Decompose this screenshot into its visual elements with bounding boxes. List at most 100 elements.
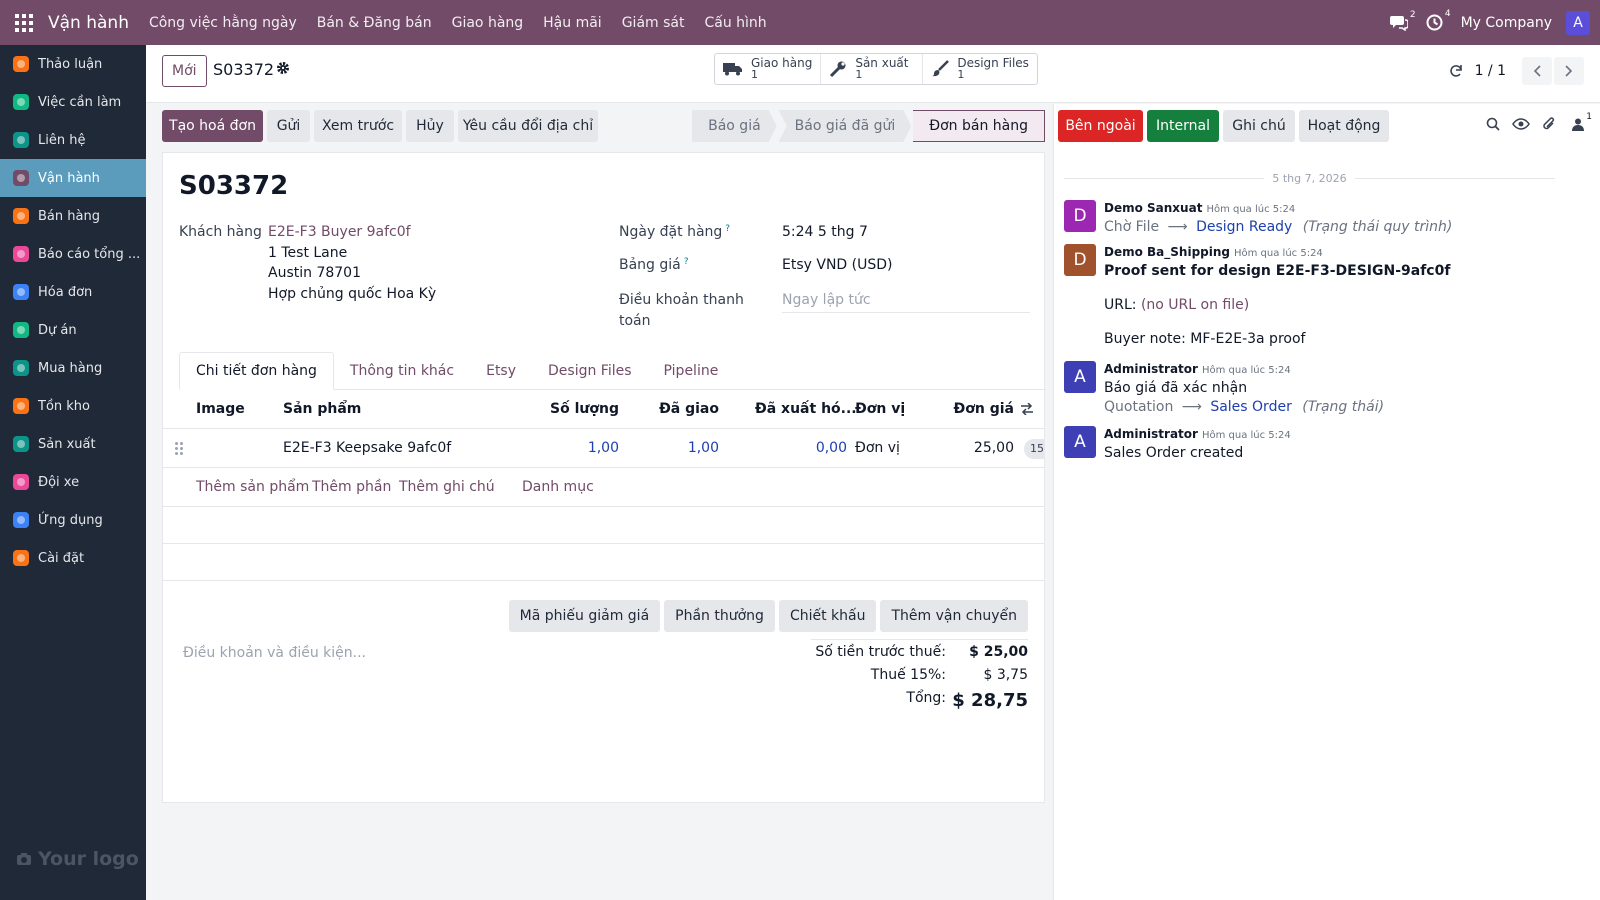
pager-next-button[interactable]	[1554, 57, 1584, 85]
tab-etsy[interactable]: Etsy	[470, 352, 532, 390]
sidebar-item[interactable]: Đội xe	[0, 463, 146, 501]
tab-order-lines[interactable]: Chi tiết đơn hàng	[179, 352, 334, 390]
column-header[interactable]: Đơn vị	[855, 401, 905, 417]
line-product[interactable]: E2E-F3 Keepsake 9afc0f	[283, 440, 451, 456]
message-author[interactable]: Administrator	[1104, 427, 1198, 441]
avatar[interactable]: A	[1064, 361, 1096, 393]
sidebar-item[interactable]: Hóa đơn	[0, 273, 146, 311]
stage-quotation[interactable]: Báo giá	[692, 110, 777, 142]
tab-design-files[interactable]: Design Files	[532, 352, 648, 390]
discuss-systray[interactable]: 2	[1389, 10, 1416, 31]
user-avatar[interactable]: A	[1566, 10, 1590, 35]
column-header[interactable]: Đơn giá	[954, 401, 1014, 417]
column-header[interactable]: Sản phẩm	[283, 401, 361, 417]
sidebar-item[interactable]: Vận hành	[0, 159, 146, 197]
preview-button[interactable]: Xem trước	[314, 110, 402, 142]
new-record-button[interactable]: Mới	[162, 55, 207, 87]
search-icon[interactable]	[1486, 117, 1500, 131]
top-menu-item[interactable]: Cấu hình	[704, 15, 766, 31]
message-author[interactable]: Administrator	[1104, 362, 1198, 376]
avatar[interactable]: A	[1064, 426, 1096, 458]
column-header[interactable]: Image	[196, 401, 245, 417]
sidebar-item[interactable]: Dự án	[0, 311, 146, 349]
activities-button[interactable]: Hoạt động	[1299, 110, 1389, 142]
add-shipping-button[interactable]: Thêm vận chuyển	[880, 600, 1028, 632]
followers-button[interactable]: 1	[1572, 112, 1592, 131]
line-unit-price[interactable]: 25,00	[974, 440, 1014, 456]
sidebar-item[interactable]: Thảo luận	[0, 45, 146, 83]
top-menu-item[interactable]: Giao hàng	[452, 15, 524, 31]
customer-field[interactable]: E2E-F3 Buyer 9afc0f	[268, 224, 411, 240]
sidebar-item[interactable]: Liên hệ	[0, 121, 146, 159]
refresh-icon[interactable]	[1449, 64, 1463, 78]
line-uom[interactable]: Đơn vị	[855, 440, 900, 456]
line-delivered[interactable]: 1,00	[688, 440, 719, 456]
gear-icon[interactable]	[276, 61, 290, 75]
drag-handle-icon[interactable]	[175, 442, 183, 455]
discount-button[interactable]: Chiết khấu	[778, 600, 877, 632]
sidebar-item[interactable]: Bán hàng	[0, 197, 146, 235]
tab-other-info[interactable]: Thông tin khác	[334, 352, 470, 390]
sidebar-item[interactable]: Sản xuất	[0, 425, 146, 463]
terms-conditions-field[interactable]: Điều khoản và điều kiện...	[183, 645, 366, 661]
stage-sales-order[interactable]: Đơn bán hàng	[913, 110, 1045, 142]
rewards-button[interactable]: Phần thưởng	[664, 600, 775, 632]
avatar[interactable]: D	[1064, 200, 1096, 232]
eye-icon[interactable]	[1512, 118, 1530, 130]
followers-count: 1	[1586, 111, 1592, 122]
payment-terms-field[interactable]: Ngay lập tức	[782, 292, 1030, 313]
smart-button-design-files[interactable]: Design Files 1	[923, 54, 1037, 84]
top-menu-item[interactable]: Hậu mãi	[543, 15, 602, 31]
add-product-link[interactable]: Thêm sản phẩm	[196, 479, 309, 495]
sidebar-item[interactable]: Việc cần làm	[0, 83, 146, 121]
stage-quotation-sent[interactable]: Báo giá đã gửi	[779, 110, 912, 142]
top-menu-item[interactable]: Giám sát	[622, 15, 685, 31]
catalog-link[interactable]: Danh mục	[522, 479, 594, 495]
paperclip-icon[interactable]	[1542, 116, 1556, 132]
sidebar-item[interactable]: Mua hàng	[0, 349, 146, 387]
pager-previous-button[interactable]	[1522, 57, 1552, 85]
help-tooltip[interactable]: ?	[725, 224, 730, 234]
tax-badge[interactable]: 15	[1024, 439, 1044, 459]
message-author[interactable]: Demo Sanxuat	[1104, 201, 1202, 215]
sidebar-item[interactable]: Tồn kho	[0, 387, 146, 425]
line-invoiced[interactable]: 0,00	[816, 440, 847, 456]
line-quantity[interactable]: 1,00	[588, 440, 619, 456]
pricelist-field[interactable]: Etsy VND (USD)	[782, 257, 892, 273]
table-row[interactable]: E2E-F3 Keepsake 9afc0f 1,00 1,00 0,00 Đơ…	[163, 429, 1044, 468]
send-button[interactable]: Gửi	[267, 110, 310, 142]
column-header[interactable]: Số lượng	[550, 401, 619, 417]
message-url-value[interactable]: (no URL on file)	[1141, 297, 1249, 313]
optional-columns-icon[interactable]	[1020, 403, 1034, 415]
column-header[interactable]: Đã xuất hó...	[755, 401, 857, 417]
request-address-change-button[interactable]: Yêu cầu đổi địa chỉ	[458, 110, 598, 142]
send-message-internal-button[interactable]: Internal	[1147, 110, 1219, 142]
add-section-link[interactable]: Thêm phần	[312, 479, 391, 495]
project-icon	[12, 321, 30, 339]
app-brand[interactable]: Vận hành	[48, 13, 129, 33]
sidebar-item[interactable]: Báo cáo tổng ...	[0, 235, 146, 273]
smart-button-delivery[interactable]: Giao hàng 1	[715, 54, 822, 84]
coupon-code-button[interactable]: Mã phiếu giảm giá	[508, 600, 661, 632]
add-note-link[interactable]: Thêm ghi chú	[399, 479, 495, 495]
avatar[interactable]: D	[1064, 244, 1096, 276]
breadcrumb-record-name: S03372	[213, 60, 275, 79]
order-date-field[interactable]: 5:24 5 thg 7	[782, 224, 868, 240]
cancel-button[interactable]: Hủy	[406, 110, 454, 142]
help-tooltip[interactable]: ?	[684, 257, 689, 267]
sidebar-item[interactable]: Cài đặt	[0, 539, 146, 577]
apps-menu-icon[interactable]	[0, 0, 48, 45]
activity-systray[interactable]: 4	[1426, 9, 1451, 31]
send-message-external-button[interactable]: Bên ngoài	[1058, 110, 1143, 142]
smart-button-manufacturing[interactable]: Sản xuất 1	[821, 54, 924, 84]
tab-pipeline[interactable]: Pipeline	[648, 352, 735, 390]
company-switcher[interactable]: My Company	[1461, 15, 1552, 31]
pager-value[interactable]: 1 / 1	[1475, 63, 1506, 79]
log-note-button[interactable]: Ghi chú	[1223, 110, 1295, 142]
sidebar-item[interactable]: Ứng dụng	[0, 501, 146, 539]
create-invoice-button[interactable]: Tạo hoá đơn	[162, 110, 263, 142]
column-header[interactable]: Đã giao	[659, 401, 719, 417]
message-author[interactable]: Demo Ba_Shipping	[1104, 245, 1230, 259]
top-menu-item[interactable]: Bán & Đăng bán	[317, 15, 432, 31]
top-menu-item[interactable]: Công việc hằng ngày	[149, 15, 297, 31]
